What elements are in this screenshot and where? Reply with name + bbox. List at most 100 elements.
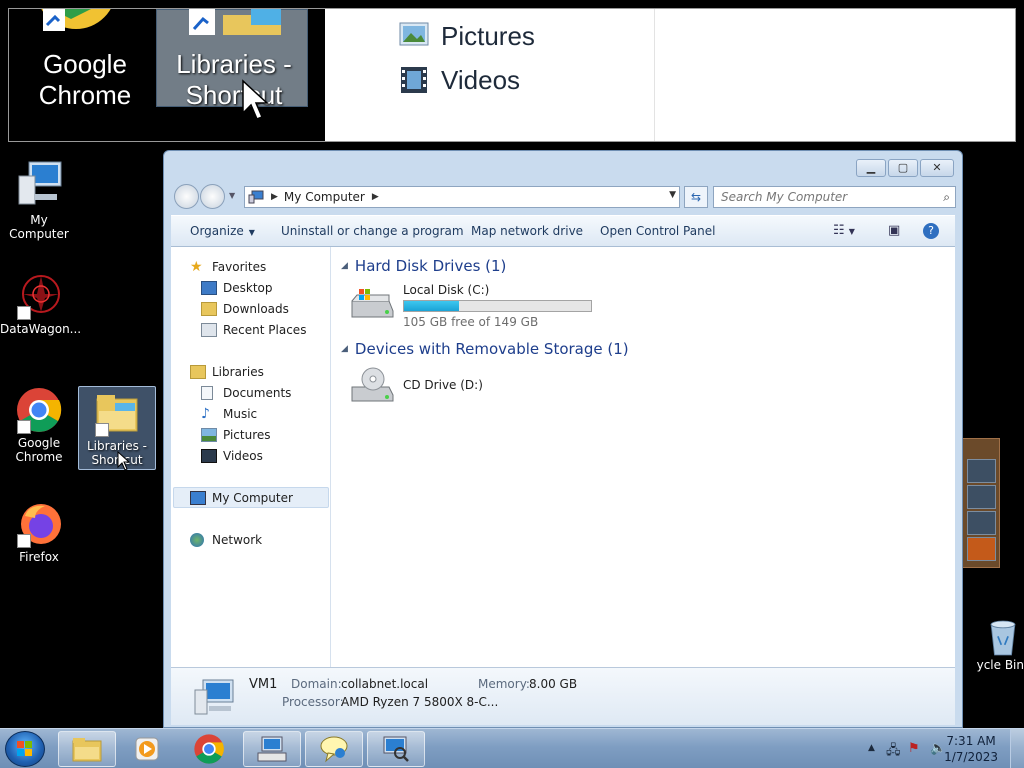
processor-label: Processor: — [282, 695, 344, 709]
desktop-icon-google-chrome[interactable]: Google Chrome — [0, 386, 78, 464]
map-network-drive-button[interactable]: Map network drive — [471, 224, 583, 238]
nav-libraries[interactable]: Libraries — [190, 362, 264, 382]
group-removable-storage[interactable]: ◢ Devices with Removable Storage (1) — [341, 340, 629, 358]
breadcrumb-arrow-icon[interactable]: ▶ — [372, 192, 379, 202]
desktop-icon-label: Google Chrome — [15, 436, 63, 464]
recent-pages-dropdown-icon[interactable]: ▼ — [229, 191, 235, 200]
zoomed-videos-icon — [401, 67, 427, 93]
notification-area: ▲ 🖧 ⚑ 🔈 7:31 AM 1/7/2023 — [844, 729, 1024, 768]
drive-free-space: 105 GB free of 149 GB — [403, 315, 539, 329]
media-player-icon — [135, 737, 159, 761]
action-center-flag-icon[interactable]: ⚑ — [908, 741, 920, 756]
change-view-icon[interactable]: ☷ ▼ — [833, 223, 855, 238]
search-icon[interactable]: ⌕ — [943, 187, 950, 207]
explorer-folder-icon — [72, 738, 102, 762]
shortcut-arrow-icon — [17, 420, 31, 434]
drive-local-disk-c[interactable]: Local Disk (C:) 105 GB free of 149 GB — [349, 283, 609, 329]
nav-favorites[interactable]: ★ Favorites — [190, 257, 266, 277]
nav-documents[interactable]: Documents — [201, 383, 291, 403]
show-hidden-icons-icon[interactable]: ▲ — [868, 743, 875, 753]
sidebar-gadget[interactable] — [962, 438, 1000, 568]
desktop-icon-label: My Computer — [9, 213, 69, 241]
nav-recent-places[interactable]: Recent Places — [201, 320, 306, 340]
gadget-slot — [967, 485, 996, 509]
zoomed-libraries-label: Libraries - Shortcut — [176, 49, 292, 110]
magnifier-frame: Google Chrome Libraries - Shortcut Pictu… — [8, 8, 1016, 142]
nav-downloads[interactable]: Downloads — [201, 299, 289, 319]
recycle-bin-icon — [990, 620, 1016, 656]
uninstall-program-button[interactable]: Uninstall or change a program — [281, 224, 464, 238]
explorer-window: ▁ ▢ ✕ ▼ ▶ My Computer ▶ ▼ ⇆ Search My Co… — [163, 150, 963, 728]
desktop-icon-datawagon[interactable]: DataWagon... — [0, 272, 82, 336]
collapse-triangle-icon[interactable]: ◢ — [341, 344, 348, 354]
computer-name: VM1 — [249, 677, 278, 692]
maximize-button[interactable]: ▢ — [888, 159, 918, 177]
command-bar: Organize ▼ Uninstall or change a program … — [171, 215, 955, 247]
libraries-icon — [190, 365, 206, 379]
gadget-slot — [967, 459, 996, 483]
preview-pane-icon[interactable]: ▣ — [888, 223, 900, 238]
domain-label: Domain: — [291, 677, 342, 691]
forward-button[interactable] — [200, 184, 225, 209]
computer-icon — [18, 161, 62, 205]
minimize-button[interactable]: ▁ — [856, 159, 886, 177]
drive-name: CD Drive (D:) — [403, 378, 483, 392]
clock-time: 7:31 AM — [946, 734, 996, 748]
start-button[interactable] — [5, 731, 45, 767]
computer-small-icon — [190, 491, 206, 505]
downloads-folder-icon — [201, 302, 217, 316]
star-icon: ★ — [190, 259, 203, 275]
desktop: Google Chrome Libraries - Shortcut Pictu… — [0, 0, 1024, 768]
clock-date: 1/7/2023 — [944, 750, 998, 764]
breadcrumb-my-computer[interactable]: My Computer — [284, 190, 365, 204]
help-icon[interactable]: ? — [923, 223, 939, 239]
nav-music[interactable]: ♪ Music — [201, 404, 257, 424]
shortcut-arrow-icon — [95, 423, 109, 437]
show-desktop-button[interactable] — [1010, 729, 1024, 768]
refresh-button[interactable]: ⇆ — [684, 186, 708, 208]
network-icon — [190, 533, 204, 547]
nav-videos[interactable]: Videos — [201, 446, 263, 466]
taskbar-media-player-button[interactable] — [118, 731, 176, 767]
details-pane: VM1 Domain: collabnet.local Memory: 8.00… — [171, 667, 955, 725]
desktop-icon-firefox[interactable]: Firefox — [0, 500, 78, 564]
open-control-panel-button[interactable]: Open Control Panel — [600, 224, 715, 238]
breadcrumb-arrow-icon[interactable]: ▶ — [271, 192, 278, 202]
collapse-triangle-icon[interactable]: ◢ — [341, 261, 348, 271]
nav-pictures[interactable]: Pictures — [201, 425, 271, 445]
videos-icon — [201, 449, 217, 463]
zoomed-chrome-label: Google Chrome — [38, 49, 132, 110]
address-bar[interactable]: ▶ My Computer ▶ ▼ — [244, 186, 680, 208]
search-input[interactable]: Search My Computer ⌕ — [713, 186, 956, 208]
desktop-icon-label: DataWagon... — [0, 322, 82, 336]
windows-drive-icon — [351, 289, 394, 318]
close-button[interactable]: ✕ — [920, 159, 954, 177]
address-dropdown-icon[interactable]: ▼ — [669, 190, 676, 200]
shortcut-arrow-icon — [17, 534, 31, 548]
drive-cd-d[interactable]: CD Drive (D:) — [349, 367, 609, 411]
nav-network[interactable]: Network — [190, 530, 262, 550]
group-hard-disk-drives[interactable]: ◢ Hard Disk Drives (1) — [341, 257, 506, 275]
magnifier-view: Google Chrome Libraries - Shortcut Pictu… — [0, 0, 1024, 150]
network-status-icon[interactable]: 🖧 — [886, 741, 901, 763]
nav-desktop[interactable]: Desktop — [201, 278, 273, 298]
taskbar-explorer-button[interactable] — [58, 731, 116, 767]
zoomed-pictures-label: Pictures — [441, 21, 535, 51]
organize-button[interactable]: Organize ▼ — [190, 224, 255, 238]
address-row: ▼ ▶ My Computer ▶ ▼ ⇆ Search My Computer… — [172, 184, 956, 210]
back-button[interactable] — [174, 184, 199, 209]
taskbar-remote-desktop-button[interactable] — [243, 731, 301, 767]
drive-name: Local Disk (C:) — [403, 283, 490, 297]
content-pane: ◢ Hard Disk Drives (1) Local Disk (C:) 1… — [331, 247, 955, 667]
desktop-icon-my-computer[interactable]: My Computer — [0, 160, 78, 241]
taskbar-messenger-button[interactable] — [305, 731, 363, 767]
computer-icon — [194, 679, 234, 715]
nav-my-computer[interactable]: My Computer — [190, 488, 293, 508]
clock[interactable]: 7:31 AM 1/7/2023 — [944, 733, 998, 765]
zoomed-libraries-icon — [189, 9, 281, 35]
cd-drive-icon — [351, 367, 394, 402]
taskbar-search-computer-button[interactable] — [367, 731, 425, 767]
taskbar-chrome-button[interactable] — [180, 731, 238, 767]
drive-usage-fill — [404, 301, 460, 311]
computer-small-icon — [248, 190, 264, 204]
